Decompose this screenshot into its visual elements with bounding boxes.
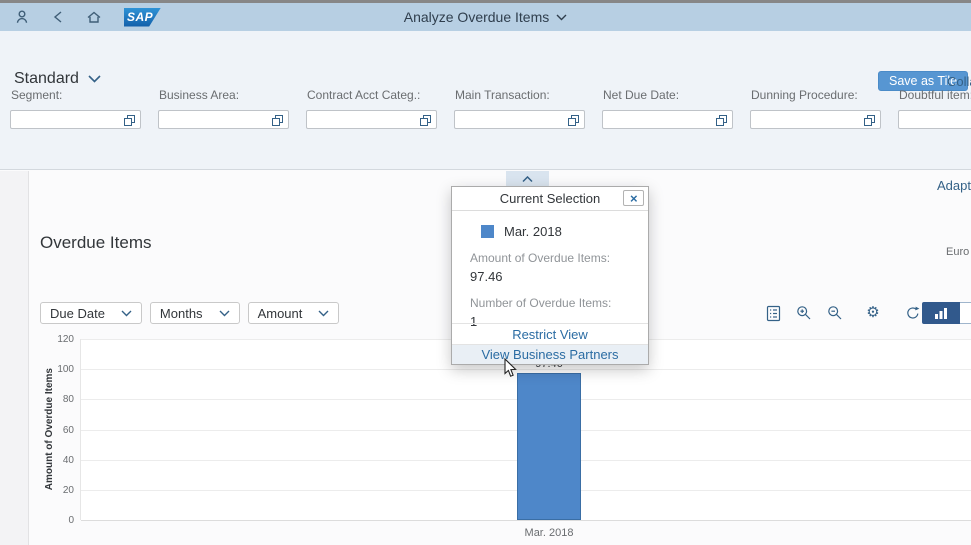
chevron-up-icon: [522, 176, 533, 183]
y-axis-tick-label: 80: [48, 394, 74, 405]
filter-field-business-area: Business Area:: [158, 88, 289, 129]
chevron-down-icon: [121, 310, 132, 317]
filter-input-segment[interactable]: [10, 110, 141, 129]
refresh-icon[interactable]: [904, 304, 922, 322]
view-business-partners-action[interactable]: View Business Partners: [452, 344, 648, 364]
dimension-dropdown-due-date[interactable]: Due Date: [40, 302, 142, 324]
zoom-in-icon[interactable]: [795, 304, 813, 322]
value-help-icon[interactable]: [420, 115, 431, 126]
filter-field-label: Doubtful item:: [899, 88, 971, 102]
value-help-icon[interactable]: [716, 115, 727, 126]
value-help-icon[interactable]: [272, 115, 283, 126]
zoom-out-icon[interactable]: [826, 304, 844, 322]
chevron-down-icon: [318, 310, 329, 317]
filter-bar: Standard Save as Tile Collapse Header Se…: [0, 31, 971, 170]
popup-header: Current Selection ×: [452, 187, 648, 211]
filter-input-net-due-date[interactable]: [602, 110, 733, 129]
chart-gridline: [81, 520, 971, 521]
filter-input-business-area[interactable]: [158, 110, 289, 129]
y-axis-tick-label: 0: [48, 515, 74, 526]
filter-field-net-due-date: Net Due Date:: [602, 88, 733, 129]
value-help-icon[interactable]: [124, 115, 135, 126]
chart-table-toggle: [922, 302, 971, 324]
filter-field-dunning-procedure: Dunning Procedure:: [750, 88, 881, 129]
app-title-text: Analyze Overdue Items: [404, 9, 550, 25]
y-axis-tick-label: 60: [48, 425, 74, 436]
collapse-filter-tab[interactable]: [506, 171, 549, 187]
filter-field-label: Net Due Date:: [603, 88, 733, 102]
y-axis-tick-label: 20: [48, 485, 74, 496]
filter-field-label: Main Transaction:: [455, 88, 585, 102]
y-axis-tick-label: 40: [48, 455, 74, 466]
filter-input-contract-acct-categ[interactable]: [306, 110, 437, 129]
chart-bar-mar-2018[interactable]: [517, 373, 581, 520]
chevron-down-icon: [219, 310, 230, 317]
dimension-selectors: Due Date Months Amount: [40, 302, 339, 324]
filter-field-label: Business Area:: [159, 88, 289, 102]
y-axis-tick-label: 100: [48, 364, 74, 375]
table-toggle-button[interactable]: [960, 302, 971, 324]
currency-label: Euro: [946, 246, 969, 258]
current-selection-popup: Current Selection × Mar. 2018 Amount of …: [451, 186, 649, 365]
x-axis-category-label: Mar. 2018: [517, 527, 581, 539]
filter-fields: Segment: Business Area: Contract Acct Ca…: [10, 88, 971, 129]
chart-toolbar: ⚙: [764, 303, 922, 323]
restrict-view-action[interactable]: Restrict View: [452, 323, 648, 344]
view-variant-selector[interactable]: Standard: [14, 70, 101, 88]
chevron-down-icon: [556, 14, 567, 21]
filter-field-main-transaction: Main Transaction:: [454, 88, 585, 129]
popup-title: Current Selection: [500, 191, 600, 206]
filter-field-contract-acct-categ: Contract Acct Categ.:: [306, 88, 437, 129]
filter-field-label: Contract Acct Categ.:: [307, 88, 437, 102]
filter-field-label: Segment:: [11, 88, 141, 102]
left-margin-strip: [0, 171, 29, 545]
shell-header: SAP Analyze Overdue Items: [0, 3, 971, 31]
legend-icon[interactable]: [764, 304, 782, 322]
app-title[interactable]: Analyze Overdue Items: [0, 3, 971, 31]
filter-input-main-transaction[interactable]: [454, 110, 585, 129]
filter-field-label: Dunning Procedure:: [751, 88, 881, 102]
popup-legend-row: Mar. 2018: [481, 224, 648, 239]
chart-card-title: Overdue Items: [40, 233, 152, 253]
amount-value: 97.46: [470, 269, 648, 284]
settings-gear-icon[interactable]: ⚙: [864, 304, 882, 322]
legend-label: Mar. 2018: [504, 224, 562, 239]
screen: SAP Analyze Overdue Items Standard Save …: [0, 0, 971, 545]
dimension-dropdown-months[interactable]: Months: [150, 302, 240, 324]
view-variant-label: Standard: [14, 70, 79, 88]
chevron-down-icon: [88, 75, 101, 83]
y-axis-ticks: 020406080100120: [48, 339, 76, 520]
close-icon[interactable]: ×: [623, 190, 644, 206]
bar-chart-toggle-button[interactable]: [922, 302, 960, 324]
filter-field-doubtful-item: Doubtful item:: [898, 88, 971, 129]
value-help-icon[interactable]: [864, 115, 875, 126]
adapt-filters-link[interactable]: Adapt Filters: [937, 178, 971, 193]
bar-chart-icon: [934, 307, 948, 319]
filter-input-dunning-procedure[interactable]: [750, 110, 881, 129]
amount-label: Amount of Overdue Items:: [470, 251, 648, 265]
value-help-icon[interactable]: [568, 115, 579, 126]
count-label: Number of Overdue Items:: [470, 296, 648, 310]
collapse-header-link[interactable]: Collapse Header: [947, 74, 971, 89]
chart-plot-area: 97.46Mar. 2018: [80, 339, 971, 520]
filter-input-doubtful-item[interactable]: [898, 110, 971, 129]
legend-swatch: [481, 225, 494, 238]
filter-field-segment: Segment:: [10, 88, 141, 129]
y-axis-tick-label: 120: [48, 334, 74, 345]
dimension-dropdown-amount[interactable]: Amount: [248, 302, 340, 324]
